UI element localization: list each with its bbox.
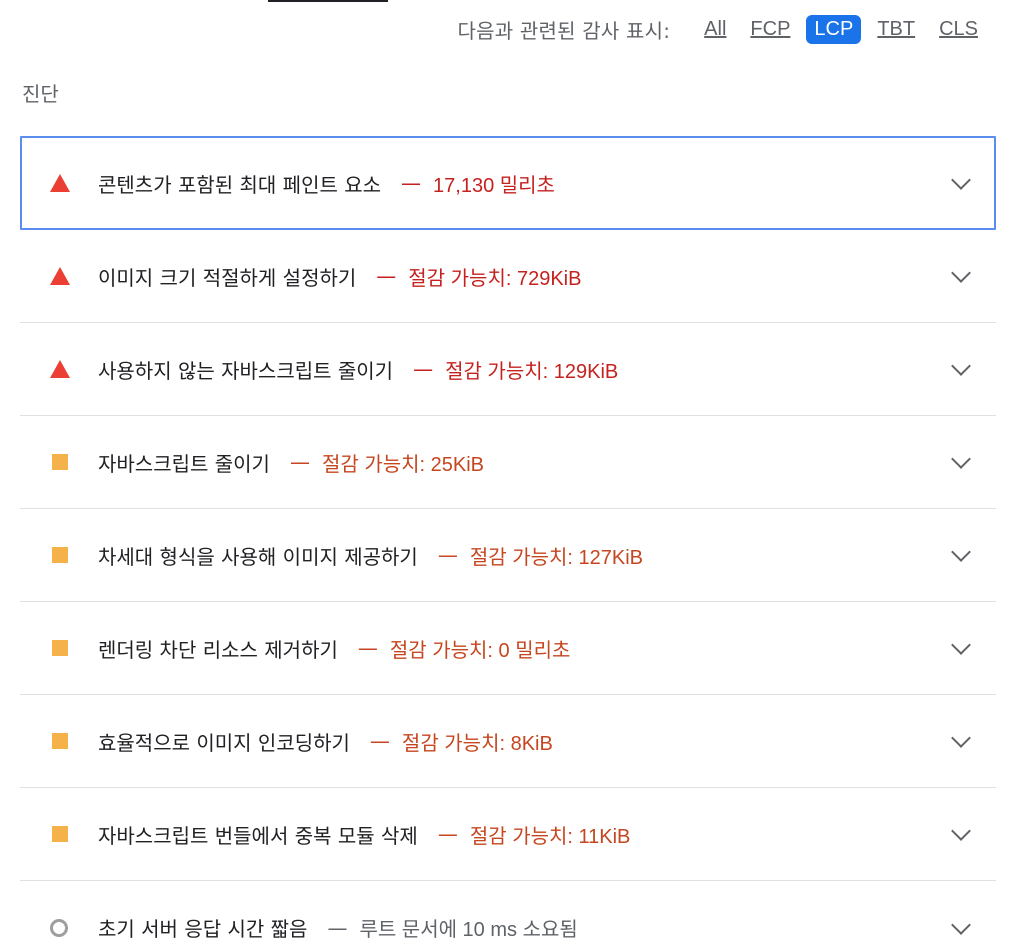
informative-circle-icon: [50, 918, 68, 937]
filter-fcp-button[interactable]: FCP: [742, 16, 798, 43]
chevron-down-icon[interactable]: [951, 170, 971, 190]
audit-row[interactable]: 사용하지 않는 자바스크립트 줄이기 — 절감 가능치: 129KiB: [20, 323, 996, 416]
audit-list: 콘텐츠가 포함된 최대 페인트 요소 — 17,130 밀리초 이미지 크기 적…: [20, 136, 996, 952]
audit-separator: —: [376, 264, 397, 288]
audit-title: 차세대 형식을 사용해 이미지 제공하기: [98, 544, 418, 569]
audit-separator: —: [327, 915, 348, 940]
audit-value: 17,130 밀리초: [433, 174, 555, 197]
audit-row[interactable]: 효율적으로 이미지 인코딩하기 — 절감 가능치: 8KiB: [20, 695, 996, 788]
fail-triangle-icon: [50, 174, 70, 192]
chevron-down-icon[interactable]: [951, 449, 971, 469]
audit-separator: —: [401, 171, 422, 195]
audit-row[interactable]: 자바스크립트 줄이기 — 절감 가능치: 25KiB: [20, 416, 996, 509]
audit-value: 절감 가능치: 25KiB: [321, 453, 485, 476]
audit-title: 초기 서버 응답 시간 짧음: [98, 917, 308, 941]
audit-row[interactable]: 콘텐츠가 포함된 최대 페인트 요소 — 17,130 밀리초: [20, 136, 996, 230]
chevron-down-icon[interactable]: [951, 728, 971, 748]
audit-separator: —: [437, 822, 458, 846]
audit-value: 절감 가능치: 0 밀리초: [389, 639, 571, 662]
audit-title: 자바스크립트 번들에서 중복 모듈 삭제: [98, 823, 418, 848]
audit-separator: —: [413, 357, 434, 381]
filter-all-button[interactable]: All: [696, 16, 734, 43]
audit-title: 효율적으로 이미지 인코딩하기: [98, 730, 350, 755]
audit-row[interactable]: 차세대 형식을 사용해 이미지 제공하기 — 절감 가능치: 127KiB: [20, 509, 996, 602]
chevron-down-icon[interactable]: [951, 542, 971, 562]
filter-tbt-button[interactable]: TBT: [869, 16, 923, 43]
audit-value: 절감 가능치: 729KiB: [408, 267, 582, 290]
filter-cls-button[interactable]: CLS: [931, 16, 986, 43]
chevron-down-icon[interactable]: [951, 356, 971, 376]
audit-row[interactable]: 초기 서버 응답 시간 짧음 — 루트 문서에 10 ms 소요됨: [20, 881, 996, 952]
chevron-down-icon[interactable]: [951, 821, 971, 841]
audit-separator: —: [357, 636, 378, 660]
average-square-icon: [52, 826, 68, 842]
filter-label: 다음과 관련된 감사 표시:: [457, 18, 671, 43]
chevron-down-icon[interactable]: [951, 914, 971, 935]
audit-separator: —: [289, 450, 310, 474]
average-square-icon: [52, 640, 68, 656]
average-square-icon: [52, 454, 68, 470]
audit-title: 자바스크립트 줄이기: [98, 451, 270, 476]
audit-value: 절감 가능치: 127KiB: [469, 546, 644, 569]
filter-lcp-button[interactable]: LCP: [806, 14, 862, 44]
average-square-icon: [52, 547, 68, 563]
audit-title: 사용하지 않는 자바스크립트 줄이기: [98, 358, 394, 383]
chevron-down-icon[interactable]: [951, 635, 971, 655]
fail-triangle-icon: [50, 360, 70, 378]
chevron-down-icon[interactable]: [951, 263, 971, 283]
audit-value: 절감 가능치: 8KiB: [401, 732, 553, 755]
audit-row[interactable]: 자바스크립트 번들에서 중복 모듈 삭제 — 절감 가능치: 11KiB: [20, 788, 996, 881]
fail-triangle-icon: [50, 267, 70, 285]
audit-separator: —: [437, 543, 458, 567]
audit-row[interactable]: 렌더링 차단 리소스 제거하기 — 절감 가능치: 0 밀리초: [20, 602, 996, 695]
audit-value: 루트 문서에 10 ms 소요됨: [359, 919, 578, 941]
section-title-diagnostics: 진단: [22, 82, 59, 106]
average-square-icon: [52, 733, 68, 749]
audit-row[interactable]: 이미지 크기 적절하게 설정하기 — 절감 가능치: 729KiB: [20, 230, 996, 323]
audit-separator: —: [369, 729, 390, 753]
active-tab-indicator: [268, 0, 388, 2]
audit-title: 이미지 크기 적절하게 설정하기: [98, 265, 357, 290]
audit-filter-bar: 다음과 관련된 감사 표시: All FCP LCP TBT CLS: [458, 14, 986, 44]
audit-value: 절감 가능치: 129KiB: [445, 360, 619, 383]
audit-title: 콘텐츠가 포함된 최대 페인트 요소: [98, 172, 382, 197]
audit-value: 절감 가능치: 11KiB: [469, 825, 631, 848]
audit-title: 렌더링 차단 리소스 제거하기: [98, 637, 338, 662]
